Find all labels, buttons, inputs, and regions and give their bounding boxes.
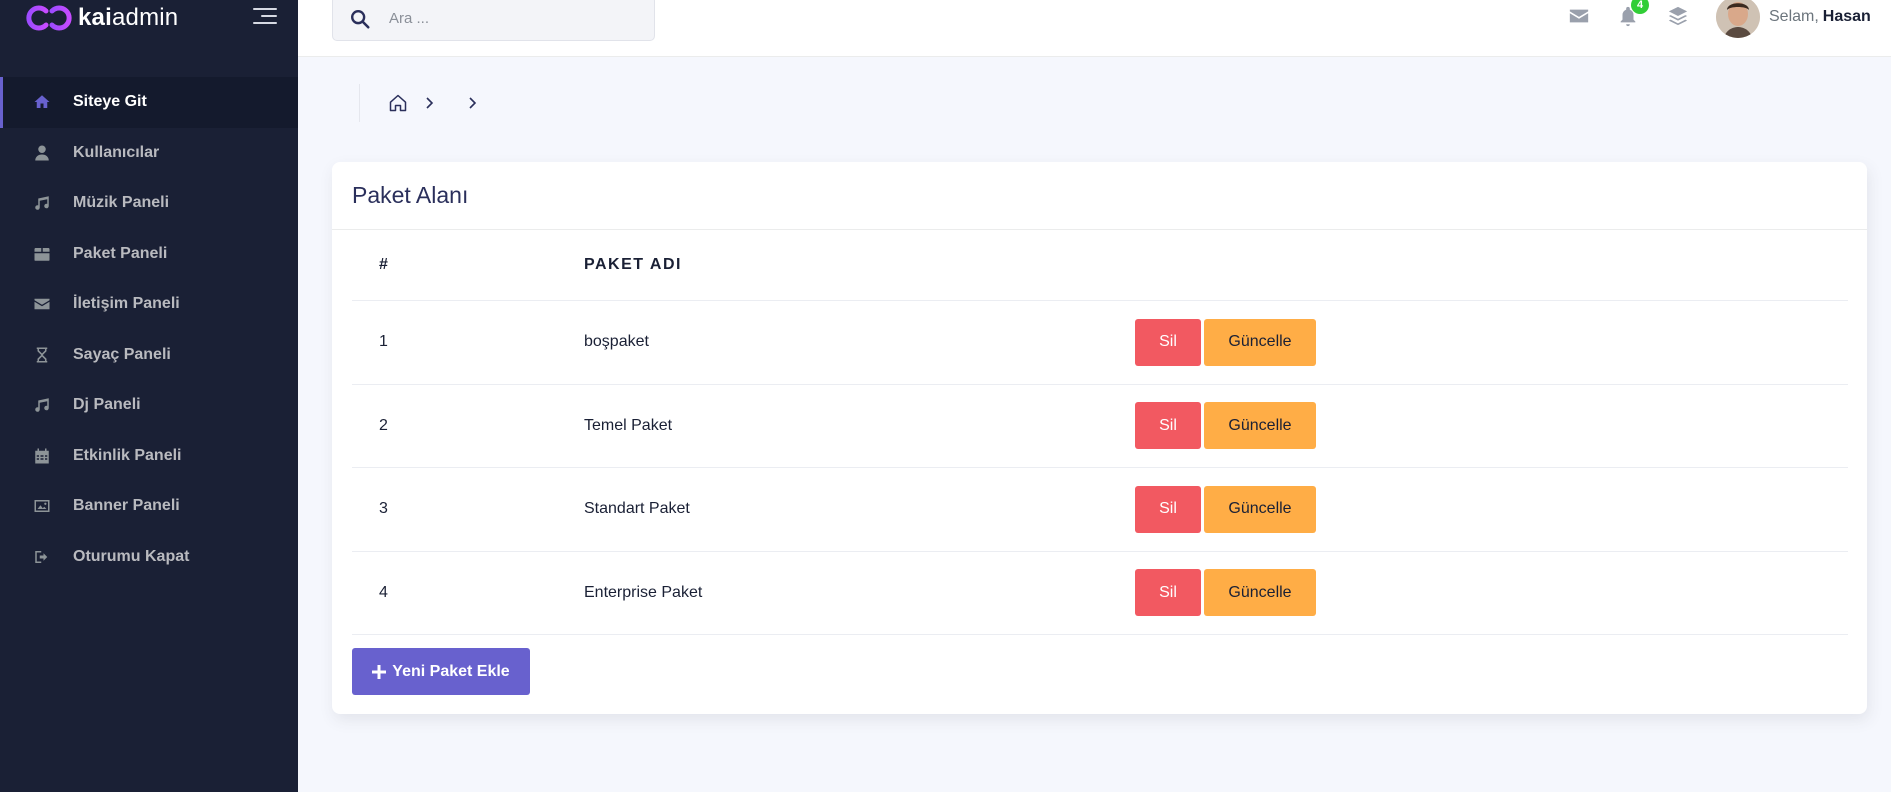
sidebar-item-banner-paneli[interactable]: Banner Paneli [0,481,298,532]
sidebar-item-oturumu-kapat[interactable]: Oturumu Kapat [0,532,298,583]
update-button[interactable]: Güncelle [1204,485,1316,533]
delete-button[interactable]: Sil [1135,402,1201,450]
sidebar-item-label: Oturumu Kapat [73,547,190,565]
row-actions: Sil Güncelle [1135,318,1316,366]
card-header: Paket Alanı [332,162,1867,230]
layers-icon[interactable] [1667,5,1689,27]
row-number: 4 [379,583,388,601]
package-name: Enterprise Paket [584,583,703,601]
package-name: Standart Paket [584,500,690,518]
sidebar-item-label: Etkinlik Paneli [73,446,182,464]
sidebar-item-label: Kullanıcılar [73,143,160,161]
row-actions: Sil Güncelle [1135,569,1316,617]
delete-button[interactable]: Sil [1135,318,1201,366]
image-icon [32,496,52,516]
column-header-name: PAKET ADI [584,256,682,273]
table-row: 4 Enterprise Paket Sil Güncelle [352,552,1848,635]
notification-badge: 4 [1631,0,1649,14]
sidebar-item-label: Banner Paneli [73,497,180,515]
sidebar-item-sayac-paneli[interactable]: Sayaç Paneli [0,330,298,381]
search-icon[interactable] [349,8,371,30]
sidebar-item-label: Sayaç Paneli [73,345,171,363]
logo[interactable]: kaiadmin [0,0,298,56]
delete-button[interactable]: Sil [1135,485,1201,533]
sidebar-item-paket-paneli[interactable]: Paket Paneli [0,229,298,280]
update-button[interactable]: Güncelle [1204,402,1316,450]
column-header-number: # [379,256,390,273]
chevron-right-icon [469,97,477,109]
user-icon [32,143,52,163]
update-button[interactable]: Güncelle [1204,318,1316,366]
row-actions: Sil Güncelle [1135,485,1316,533]
row-number: 3 [379,500,388,518]
row-number: 1 [379,333,388,351]
sidebar-item-siteye-git[interactable]: Siteye Git [0,77,298,128]
avatar[interactable] [1716,0,1760,38]
row-actions: Sil Güncelle [1135,402,1316,450]
add-package-button[interactable]: Yeni Paket Ekle [352,648,530,695]
sidebar: kaiadmin Siteye Git Kullanıcılar Müzik P… [0,0,298,792]
user-greeting[interactable]: Selam, Hasan [1769,8,1871,26]
sidebar-item-dj-paneli[interactable]: Dj Paneli [0,380,298,431]
plus-icon [372,664,387,679]
hourglass-icon [32,345,52,365]
chevron-right-icon [426,97,434,109]
sign-out-icon [32,547,52,567]
sidebar-toggle-icon[interactable] [253,8,277,26]
sidebar-nav: Siteye Git Kullanıcılar Müzik Paneli Pak… [0,77,298,582]
delete-button[interactable]: Sil [1135,569,1201,617]
table-row: 3 Standart Paket Sil Güncelle [352,468,1848,552]
sidebar-item-label: Dj Paneli [73,396,141,414]
table-row: 2 Temel Paket Sil Güncelle [352,385,1848,468]
sidebar-item-label: Siteye Git [73,93,147,111]
search-box [332,0,655,41]
package-name: Temel Paket [584,416,673,434]
music-icon [32,193,52,213]
breadcrumb [359,84,479,122]
topbar: 4 Selam,Hasan [298,0,1891,57]
card-title: Paket Alanı [352,182,469,208]
sidebar-item-label: İletişim Paneli [73,295,180,313]
envelope-icon [32,294,52,314]
box-icon [32,244,52,264]
sidebar-item-label: Müzik Paneli [73,194,170,212]
add-package-label: Yeni Paket Ekle [392,662,510,680]
sidebar-item-etkinlik-paneli[interactable]: Etkinlik Paneli [0,431,298,482]
sidebar-item-muzik-paneli[interactable]: Müzik Paneli [0,178,298,229]
calendar-icon [32,446,52,466]
row-number: 2 [379,416,388,434]
home-icon[interactable] [388,93,408,113]
home-icon [32,92,52,112]
package-card: Paket Alanı # PAKET ADI 1 boşpaket Sil G… [332,162,1867,714]
sidebar-item-iletisim-paneli[interactable]: İletişim Paneli [0,279,298,330]
package-table: # PAKET ADI 1 boşpaket Sil Güncelle 2 Te… [352,230,1848,635]
table-header: # PAKET ADI [352,230,1848,301]
search-input[interactable] [389,10,619,27]
sidebar-item-kullanicilar[interactable]: Kullanıcılar [0,128,298,179]
logo-mark-icon [26,5,72,31]
table-row: 1 boşpaket Sil Güncelle [352,301,1848,385]
sidebar-item-label: Paket Paneli [73,244,168,262]
brand-name: kaiadmin [78,4,179,31]
music-icon [32,395,52,415]
envelope-icon[interactable] [1568,5,1590,27]
update-button[interactable]: Güncelle [1204,569,1316,617]
package-name: boşpaket [584,333,649,351]
